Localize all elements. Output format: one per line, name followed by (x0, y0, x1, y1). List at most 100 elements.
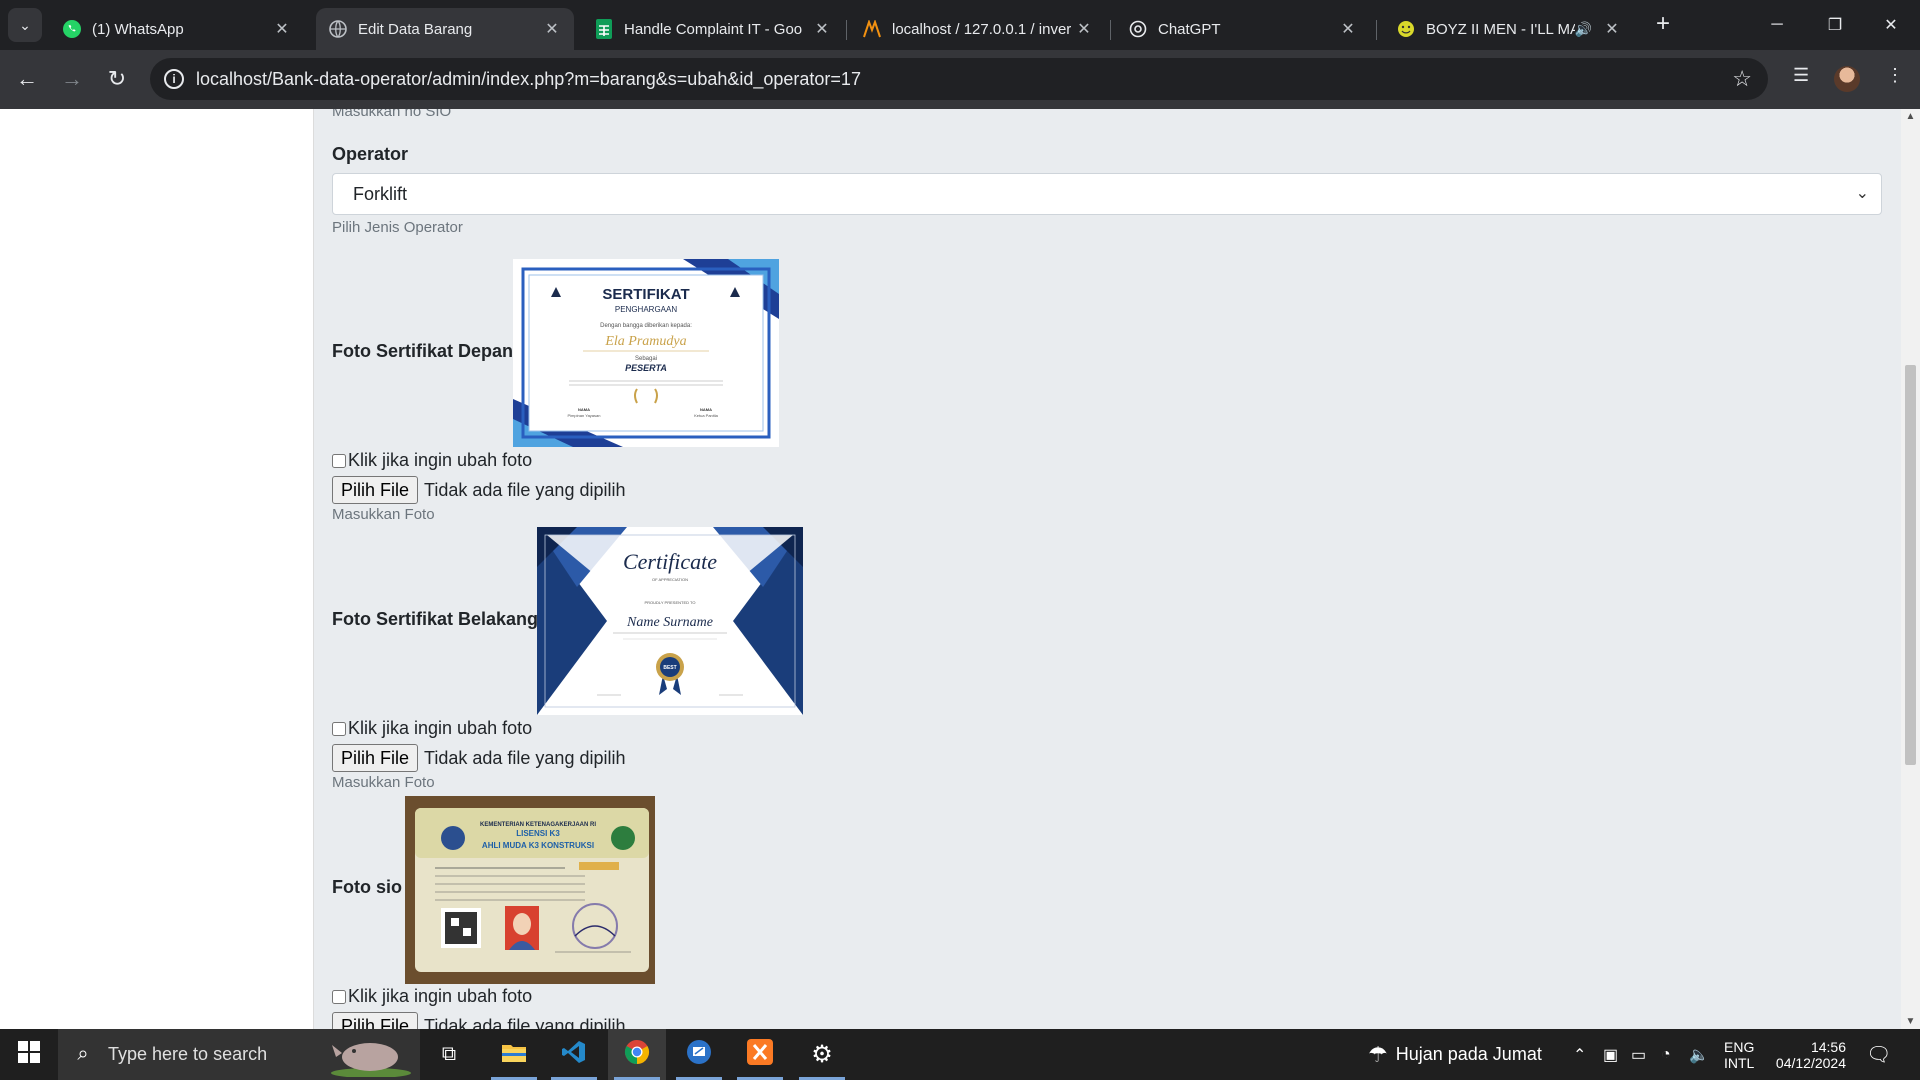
sertifikat-depan-image: SERTIFIKAT PENGHARGAAN Dengan bangga dib… (513, 259, 779, 447)
chrome-button[interactable] (608, 1029, 666, 1080)
sio-title2: AHLI MUDA K3 KONSTRUKSI (482, 841, 594, 850)
battery-icon[interactable]: ▭ (1631, 1029, 1646, 1080)
speaker-icon[interactable]: 🔊 (1575, 21, 1592, 38)
weather-text: Hujan pada Jumat (1395, 1044, 1542, 1064)
language-code: ENG (1724, 1038, 1755, 1055)
operator-label: Operator (332, 144, 409, 164)
chevron-up-icon: ⌃ (1573, 1046, 1587, 1064)
volume-icon[interactable]: 🔈 (1689, 1029, 1709, 1080)
close-icon: ✕ (1884, 17, 1898, 34)
show-hidden-icons-button[interactable]: ⌃ (1573, 1029, 1586, 1080)
cert-sign-right-name: NAMA (700, 407, 712, 412)
taskbar-search[interactable]: ⌕ Type here to search (58, 1029, 420, 1080)
phpmyadmin-icon (862, 19, 882, 39)
globe-icon (328, 19, 348, 39)
smiley-icon (1396, 19, 1416, 39)
menu-icon[interactable]: ⋮ (1886, 65, 1904, 86)
sidebar (0, 109, 314, 1029)
tab-title: BOYZ II MEN - I'LL MA (1426, 20, 1575, 38)
forward-button[interactable]: → (55, 62, 89, 96)
scrollbar-thumb[interactable] (1905, 365, 1916, 765)
foto-belakang-file-input[interactable]: Pilih File Tidak ada file yang dipilih (332, 744, 626, 772)
file-status: Tidak ada file yang dipilih (424, 1015, 626, 1030)
tab-title: Edit Data Barang (358, 20, 473, 38)
address-bar[interactable]: i localhost/Bank-data-operator/admin/ind… (150, 58, 1768, 100)
clock[interactable]: 14:56 04/12/2024 (1768, 1029, 1846, 1080)
chevron-down-icon: ⌄ (19, 16, 31, 33)
tab-edit-data-barang[interactable]: Edit Data Barang ✕ (316, 8, 574, 50)
close-icon[interactable]: ✕ (1074, 19, 1094, 39)
cert-heading: SERTIFIKAT (602, 286, 689, 303)
ubah-foto-depan-checkbox[interactable] (332, 453, 346, 468)
ubah-foto-sio-checkbox-row[interactable]: Klik jika ingin ubah foto (332, 986, 532, 1007)
media-control-icon[interactable]: ☰ (1793, 65, 1809, 86)
pilih-file-button[interactable]: Pilih File (332, 744, 419, 772)
avatar[interactable] (1834, 66, 1860, 92)
tab-whatsapp[interactable]: (1) WhatsApp ✕ (50, 8, 304, 50)
scroll-down-icon[interactable]: ▼ (1901, 1016, 1920, 1027)
vertical-scrollbar[interactable]: ▲ ▼ (1901, 109, 1920, 1029)
back-button[interactable]: ← (10, 62, 44, 96)
task-view-icon: ⧉ (441, 1043, 457, 1065)
close-icon[interactable]: ✕ (1602, 19, 1622, 39)
remote-desktop-icon (686, 1039, 712, 1070)
close-icon[interactable]: ✕ (542, 19, 562, 39)
url-text[interactable]: localhost/Bank-data-operator/admin/index… (196, 69, 861, 90)
operator-selected-value: Forklift (353, 184, 407, 204)
xampp-button[interactable] (731, 1029, 789, 1080)
task-view-button[interactable]: ⧉ (420, 1029, 478, 1080)
tab-search-button[interactable]: ⌄ (8, 8, 42, 42)
chrome-icon (624, 1039, 650, 1070)
minimize-button[interactable]: ─ (1748, 0, 1806, 50)
foto-sio-file-input[interactable]: Pilih File Tidak ada file yang dipilih (332, 1012, 626, 1029)
reload-button[interactable]: ↻ (100, 62, 134, 96)
close-icon[interactable]: ✕ (812, 19, 832, 39)
foto-depan-help-text: Masukkan Foto (332, 506, 435, 523)
checkbox-label: Klik jika ingin ubah foto (348, 718, 533, 738)
tab-divider (846, 20, 847, 40)
meet-now-icon[interactable]: ▣ (1603, 1029, 1618, 1080)
weather-widget[interactable]: ☂ Hujan pada Jumat (1368, 1029, 1542, 1080)
tab-handle-complaint[interactable]: Handle Complaint IT - Goo ✕ (582, 8, 844, 50)
tab-chatgpt[interactable]: ChatGPT ✕ (1116, 8, 1370, 50)
ubah-foto-belakang-checkbox-row[interactable]: Klik jika ingin ubah foto (332, 718, 532, 739)
pilih-file-button[interactable]: Pilih File (332, 476, 419, 504)
sertifikat-belakang-image: Certificate OF APPRECIATION PROUDLY PRES… (537, 527, 803, 715)
pilih-file-button[interactable]: Pilih File (332, 1012, 419, 1029)
edit-form: Masukkan no SIO Operator Forklift ⌄ Pili… (314, 109, 1901, 1029)
foto-depan-file-input[interactable]: Pilih File Tidak ada file yang dipilih (332, 476, 626, 504)
close-icon[interactable]: ✕ (1338, 19, 1358, 39)
file-explorer-button[interactable] (485, 1029, 543, 1080)
ubah-foto-belakang-checkbox[interactable] (332, 721, 346, 736)
star-icon[interactable]: ☆ (1732, 66, 1752, 92)
info-icon[interactable]: i (164, 69, 184, 89)
cert-role-prefix: Sebagai (635, 356, 657, 362)
arrow-left-icon: ← (16, 66, 38, 91)
scroll-up-icon[interactable]: ▲ (1901, 111, 1920, 122)
foto-sio-label: Foto sio (332, 877, 402, 897)
vscode-button[interactable] (545, 1029, 603, 1080)
checkbox-label: Klik jika ingin ubah foto (348, 450, 533, 470)
tab-music[interactable]: BOYZ II MEN - I'LL MA 🔊 ✕ (1384, 8, 1634, 50)
ubah-foto-depan-checkbox-row[interactable]: Klik jika ingin ubah foto (332, 450, 532, 471)
windows-icon (18, 1041, 40, 1068)
operator-select[interactable]: Forklift ⌄ (332, 173, 1882, 215)
close-icon[interactable]: ✕ (272, 19, 292, 39)
close-window-button[interactable]: ✕ (1862, 0, 1920, 50)
operator-help-text: Pilih Jenis Operator (332, 219, 463, 236)
keyboard-layout: INTL (1724, 1054, 1755, 1071)
ubah-foto-sio-checkbox[interactable] (332, 989, 346, 1004)
notification-center-button[interactable]: 🗨 (1866, 1029, 1891, 1080)
checkbox-label: Klik jika ingin ubah foto (348, 986, 533, 1006)
wifi-icon[interactable]: ◔ (1661, 1029, 1671, 1080)
search-icon: ⌕ (77, 1043, 89, 1065)
start-button[interactable] (0, 1029, 58, 1080)
remote-desktop-button[interactable] (670, 1029, 728, 1080)
language-indicator[interactable]: ENG INTL (1724, 1029, 1754, 1080)
tab-phpmyadmin[interactable]: localhost / 127.0.0.1 / inver ✕ (850, 8, 1106, 50)
sio-help-text: Masukkan no SIO (332, 109, 452, 120)
whatsapp-icon (62, 19, 82, 39)
restore-button[interactable]: ❐ (1806, 0, 1864, 50)
settings-button[interactable]: ⚙ (793, 1029, 851, 1080)
new-tab-button[interactable]: + (1650, 12, 1676, 38)
